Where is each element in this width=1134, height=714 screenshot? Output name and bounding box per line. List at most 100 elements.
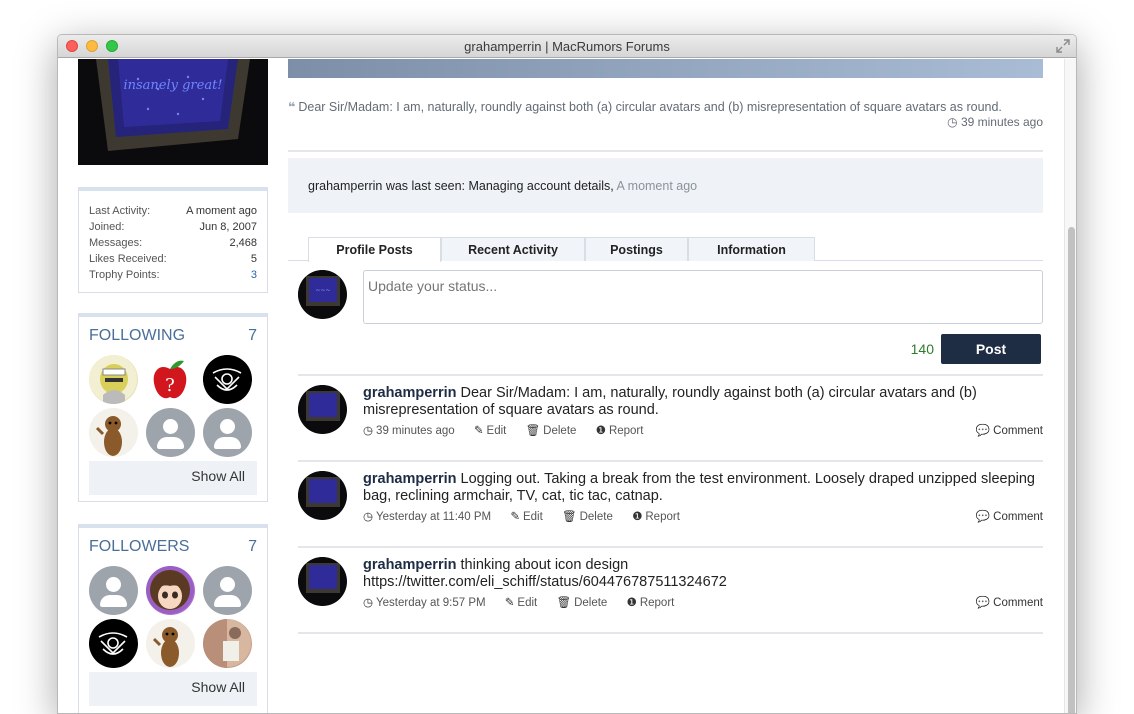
last-seen-box: grahamperrin was last seen: Managing acc… <box>288 158 1043 213</box>
report-link[interactable]: ❶ Report <box>627 597 683 609</box>
post-avatar[interactable] <box>298 471 347 520</box>
delete-label: Delete <box>579 511 613 523</box>
stat-value: Jun 8, 2007 <box>199 221 258 233</box>
svg-text:~~~: ~~~ <box>315 287 330 294</box>
edit-link[interactable]: ✎ Edit <box>505 597 545 609</box>
followers-avatars <box>79 562 267 668</box>
report-link[interactable]: ❶ Report <box>632 511 688 523</box>
follower-avatar[interactable] <box>203 619 252 668</box>
follower-avatar-placeholder[interactable] <box>89 566 138 615</box>
follower-avatar[interactable] <box>146 566 195 615</box>
following-avatar[interactable]: ? <box>146 355 195 404</box>
stat-messages: Messages: 2,468 <box>89 237 257 253</box>
post-avatar[interactable] <box>298 557 347 606</box>
followers-show-all-link[interactable]: Show All <box>89 672 257 706</box>
window-title: grahamperrin | MacRumors Forums <box>464 39 670 54</box>
page-content: insanely great! Last Activity: A moment a… <box>58 59 1076 713</box>
post-text: Logging out. Taking a break from the tes… <box>363 471 1035 504</box>
following-avatar-placeholder[interactable] <box>146 408 195 457</box>
trash-icon: 🗑 <box>562 511 577 523</box>
post-body: grahamperrin thinking about icon design … <box>363 557 803 591</box>
edit-link[interactable]: ✎ Edit <box>474 425 514 437</box>
tab-profile-posts[interactable]: Profile Posts <box>308 237 441 262</box>
post-meta: ◷ Yesterday at 9:57 PM ✎ Edit 🗑 Delete ❶ Rep… <box>363 595 690 609</box>
divider <box>298 546 1043 548</box>
post-avatar[interactable] <box>298 385 347 434</box>
vertical-scrollbar[interactable] <box>1064 59 1076 713</box>
quote-time[interactable]: ◷ 39 minutes ago <box>888 115 1043 129</box>
post-body: grahamperrin Dear Sir/Madam: I am, natur… <box>363 385 1043 419</box>
tab-recent-activity[interactable]: Recent Activity <box>441 237 585 261</box>
follower-avatar-placeholder[interactable] <box>203 566 252 615</box>
delete-link[interactable]: 🗑 Delete <box>526 425 585 437</box>
trash-icon: 🗑 <box>525 425 541 437</box>
report-label: Report <box>608 425 644 437</box>
browser-window: grahamperrin | MacRumors Forums insanely… <box>57 34 1077 714</box>
delete-link[interactable]: 🗑 Delete <box>562 511 621 523</box>
scrollbar-thumb[interactable] <box>1068 227 1075 713</box>
trophy-points-link[interactable]: 3 <box>251 269 257 285</box>
clock-icon: ◷ <box>363 511 374 523</box>
followers-header: FOLLOWERS 7 <box>79 528 267 562</box>
stat-value: 5 <box>250 253 257 265</box>
following-avatar[interactable] <box>89 355 138 404</box>
alert-icon: ❶ <box>632 511 643 523</box>
followers-count: 7 <box>248 538 257 555</box>
stat-label: Joined: <box>89 221 125 233</box>
post-time[interactable]: ◷ 39 minutes ago <box>363 425 463 437</box>
delete-link[interactable]: 🗑 Delete <box>556 597 615 609</box>
character-counter: 140 <box>910 341 934 357</box>
fullscreen-icon[interactable] <box>1056 39 1070 53</box>
comment-link[interactable]: 💬 Comment <box>976 595 1043 609</box>
profile-post: grahamperrin Logging out. Taking a break… <box>298 471 1043 541</box>
following-avatar[interactable] <box>203 355 252 404</box>
post-time-text: 39 minutes ago <box>376 425 455 437</box>
post-time-text: Yesterday at 9:57 PM <box>376 597 486 609</box>
delete-label: Delete <box>543 425 577 437</box>
report-link[interactable]: ❶ Report <box>596 425 652 437</box>
divider <box>298 632 1043 634</box>
trash-icon: 🗑 <box>556 597 572 609</box>
profile-avatar[interactable]: insanely great! <box>78 59 268 165</box>
quote-time-text: 39 minutes ago <box>960 115 1043 129</box>
followers-title[interactable]: FOLLOWERS <box>89 538 189 562</box>
tab-postings[interactable]: Postings <box>585 237 688 261</box>
following-show-all-link[interactable]: Show All <box>89 461 257 495</box>
comment-label: Comment <box>993 511 1043 523</box>
svg-text:?: ? <box>165 375 175 396</box>
report-label: Report <box>639 597 675 609</box>
post-button[interactable]: Post <box>941 334 1041 364</box>
following-title[interactable]: FOLLOWING <box>89 327 185 351</box>
stat-label: Messages: <box>89 237 143 249</box>
follower-avatar[interactable] <box>89 619 138 668</box>
last-seen-time: A moment ago <box>616 179 698 193</box>
pencil-icon: ✎ <box>473 425 484 437</box>
tab-information[interactable]: Information <box>688 237 815 261</box>
status-avatar[interactable]: ~~~ <box>298 270 347 319</box>
stat-value: 2,468 <box>229 237 257 249</box>
last-seen-text: grahamperrin was last seen: Managing acc… <box>308 179 614 193</box>
edit-link[interactable]: ✎ Edit <box>510 511 550 523</box>
post-author-link[interactable]: grahamperrin <box>363 385 456 401</box>
post-author-link[interactable]: grahamperrin <box>363 557 456 573</box>
post-meta: ◷ 39 minutes ago ✎ Edit 🗑 Delete ❶ Report <box>363 423 659 437</box>
post-text: Dear Sir/Madam: I am, naturally, roundly… <box>363 385 977 418</box>
following-avatar-placeholder[interactable] <box>203 408 252 457</box>
post-time[interactable]: ◷ Yesterday at 9:57 PM <box>363 597 494 609</box>
post-body: grahamperrin Logging out. Taking a break… <box>363 471 1043 505</box>
post-meta: ◷ Yesterday at 11:40 PM ✎ Edit 🗑 Delete ❶ Re… <box>363 509 696 523</box>
follower-avatar[interactable] <box>146 619 195 668</box>
status-input[interactable] <box>363 270 1043 324</box>
divider <box>288 150 1043 152</box>
post-author-link[interactable]: grahamperrin <box>363 471 456 487</box>
clock-icon: ◷ <box>363 425 374 437</box>
comment-link[interactable]: 💬 Comment <box>976 509 1043 523</box>
divider <box>298 460 1043 462</box>
title-bar: grahamperrin | MacRumors Forums <box>58 35 1076 58</box>
following-panel: FOLLOWING 7 ? Show All <box>78 313 268 502</box>
alert-icon: ❶ <box>595 425 606 437</box>
following-avatar[interactable] <box>89 408 138 457</box>
post-time[interactable]: ◷ Yesterday at 11:40 PM <box>363 511 499 523</box>
comment-link[interactable]: 💬 Comment <box>976 423 1043 437</box>
following-count: 7 <box>248 327 257 344</box>
